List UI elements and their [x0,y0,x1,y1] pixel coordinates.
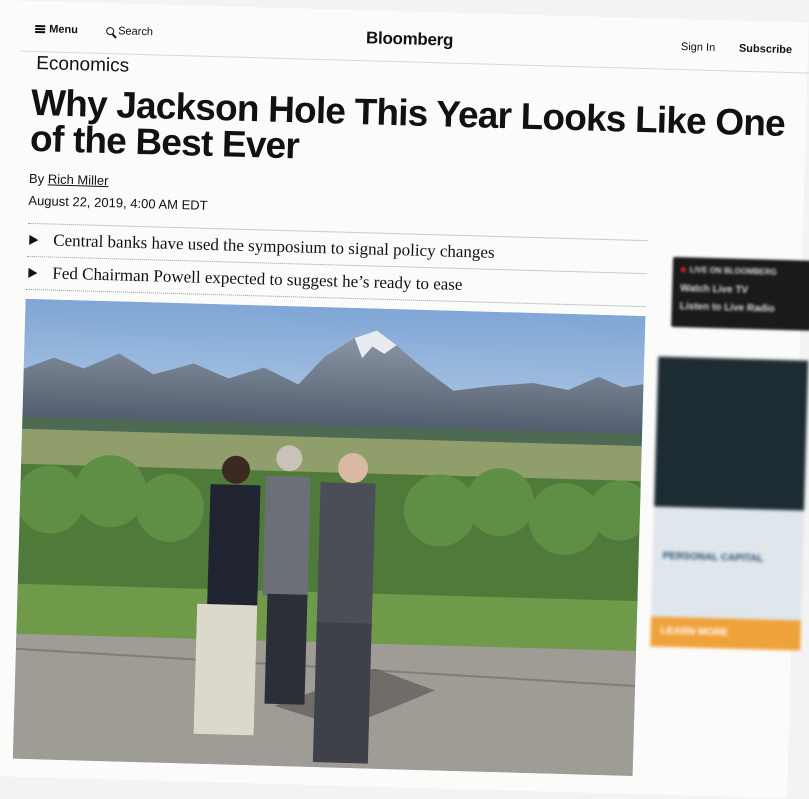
bullet-triangle-icon [28,267,38,279]
ad-panel: PERSONAL CAPITAL [651,506,805,621]
publish-date: August 22, 2019, 4:00 AM EDT [28,192,208,213]
live-label: LIVE ON BLOOMBERG [680,265,777,277]
live-label-text: LIVE ON BLOOMBERG [689,265,777,277]
article-headline: Why Jackson Hole This Year Looks Like On… [29,81,786,167]
byline: By Rich Miller [29,171,109,188]
sign-in-link[interactable]: Sign In [681,41,716,54]
search-button[interactable]: Search [106,25,153,38]
hamburger-icon [35,24,46,34]
sidebar-ad[interactable]: PERSONAL CAPITAL LEARN MORE [650,356,809,651]
bullet-text: Central banks have used the symposium to… [53,230,495,262]
site-header: Menu Search Bloomberg Sign In Subscribe [20,10,809,74]
bullet-triangle-icon [29,234,39,246]
byline-prefix: By [28,170,45,187]
watch-live-tv-link[interactable]: Watch Live TV [680,283,748,296]
photo-scene [12,298,646,776]
author-link[interactable]: Rich Miller [48,171,109,188]
section-label[interactable]: Economics [36,53,129,78]
summary-bullets: Central banks have used the symposium to… [25,222,648,308]
search-label: Search [118,25,154,39]
ad-brand: PERSONAL CAPITAL [662,550,764,565]
article-photo [12,298,646,776]
menu-button[interactable]: Menu [35,23,78,36]
search-icon [106,26,115,36]
article-page: Menu Search Bloomberg Sign In Subscribe … [0,0,809,799]
bloomberg-logo[interactable]: Bloomberg [366,28,454,50]
ad-video[interactable] [654,356,809,511]
live-on-bloomberg-widget[interactable]: LIVE ON BLOOMBERG Watch Live TV Listen t… [671,256,809,331]
learn-more-button[interactable]: LEARN MORE [650,616,801,651]
bullet-text: Fed Chairman Powell expected to suggest … [52,263,463,295]
live-dot-icon [680,267,686,273]
menu-label: Menu [49,23,79,37]
listen-live-radio-link[interactable]: Listen to Live Radio [680,301,775,315]
subscribe-link[interactable]: Subscribe [739,43,793,56]
